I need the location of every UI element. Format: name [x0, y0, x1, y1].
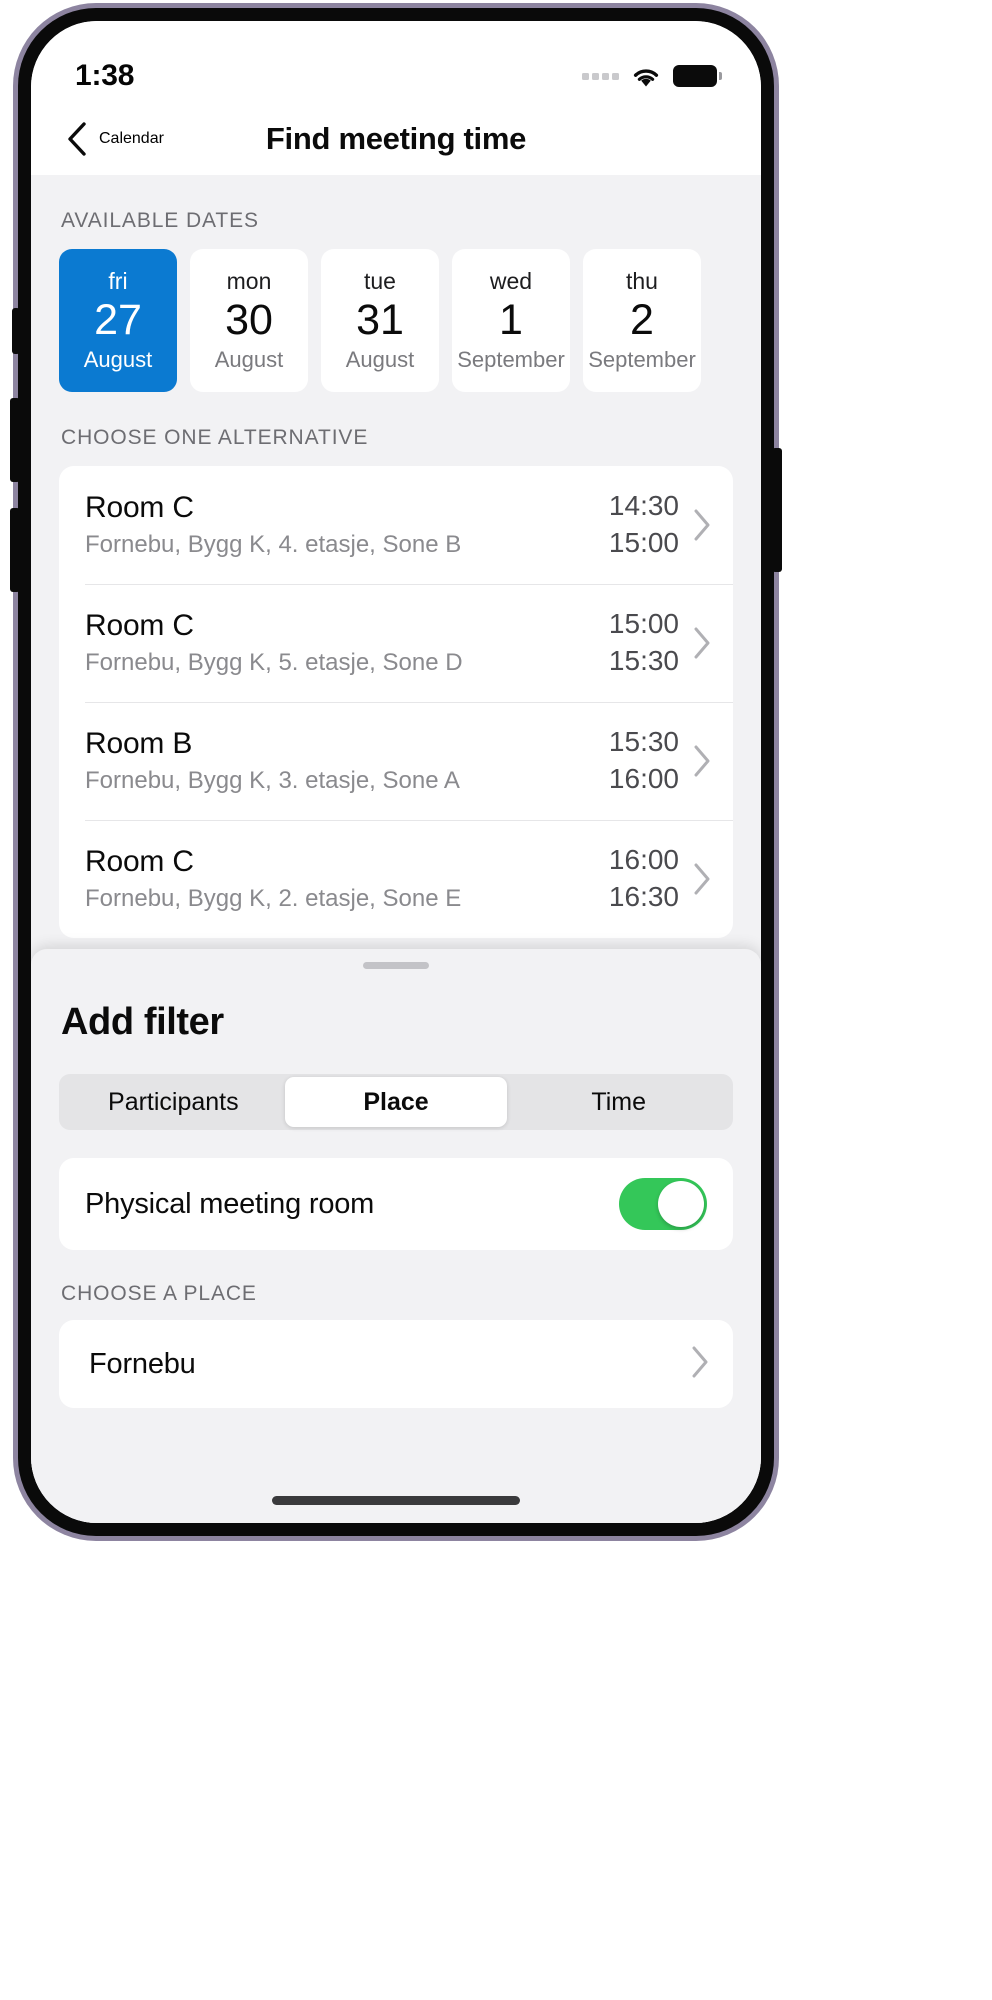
signal-dots-icon: [582, 72, 619, 80]
chevron-right-icon: [693, 627, 711, 659]
room-name: Room B: [85, 726, 193, 760]
date-card-3[interactable]: wed 1 September: [452, 249, 570, 392]
date-weekday: wed: [489, 268, 533, 295]
slot-start-time: 14:30: [608, 490, 679, 521]
main-content: AVAILABLE DATES fri 27 August mon 30 Aug…: [31, 175, 761, 1523]
date-card-1[interactable]: mon 30 August: [190, 249, 308, 392]
room-location: Fornebu, Bygg K, 4. etasje, Sone B: [85, 530, 462, 558]
date-day: 30: [225, 296, 273, 345]
chevron-left-icon: [67, 122, 87, 156]
available-dates-scroller[interactable]: fri 27 August mon 30 August tue 31 Augus…: [31, 249, 761, 392]
physical-meeting-room-toggle[interactable]: [619, 1178, 707, 1230]
date-weekday: mon: [226, 268, 272, 295]
chevron-right-icon: [693, 863, 711, 895]
sheet-title: Add filter: [61, 1001, 224, 1043]
room-name: Room C: [85, 490, 194, 524]
date-weekday: fri: [108, 268, 128, 295]
slot-end-time: 16:00: [608, 762, 679, 794]
back-label: Calendar: [99, 130, 164, 147]
date-month: August: [83, 346, 153, 372]
table-row[interactable]: Room C Fornebu, Bygg K, 2. etasje, Sone …: [59, 819, 733, 938]
date-card-0[interactable]: fri 27 August: [59, 249, 177, 392]
choose-place-label: CHOOSE A PLACE: [61, 1282, 257, 1305]
silent-switch[interactable]: [12, 308, 20, 354]
tab-time[interactable]: Time: [507, 1077, 730, 1127]
date-month: August: [214, 346, 284, 372]
chevron-right-icon: [691, 1346, 709, 1383]
slot-end-time: 15:00: [608, 526, 679, 558]
slot-start-time: 16:00: [608, 843, 679, 875]
room-location: Fornebu, Bygg K, 2. etasje, Sone E: [85, 884, 462, 912]
chevron-right-icon: [693, 745, 711, 777]
volume-down-button[interactable]: [10, 508, 20, 592]
nav-bar: Calendar Find meeting time: [31, 103, 761, 175]
room-name: Room C: [85, 844, 194, 878]
table-row[interactable]: Room C Fornebu, Bygg K, 4. etasje, Sone …: [59, 466, 733, 584]
available-dates-label: AVAILABLE DATES: [61, 209, 259, 232]
filter-segmented-control: Participants Place Time: [59, 1074, 733, 1130]
date-card-4[interactable]: thu 2 September: [583, 249, 701, 392]
tab-place[interactable]: Place: [284, 1077, 508, 1127]
slot-start-time: 15:00: [608, 607, 679, 639]
volume-up-button[interactable]: [10, 398, 20, 482]
tab-participants[interactable]: Participants: [62, 1077, 285, 1127]
home-indicator[interactable]: [272, 1496, 520, 1505]
place-selector-row[interactable]: Fornebu: [59, 1320, 733, 1408]
slot-end-time: 15:30: [608, 644, 679, 676]
date-day: 2: [630, 296, 654, 345]
toggle-knob: [658, 1181, 704, 1227]
back-to-calendar-button[interactable]: Calendar: [67, 122, 164, 156]
add-filter-sheet: Add filter Participants Place Time Physi…: [31, 949, 761, 1523]
room-location: Fornebu, Bygg K, 3. etasje, Sone A: [85, 766, 460, 794]
power-button[interactable]: [772, 448, 782, 572]
date-weekday: tue: [364, 268, 396, 295]
table-row[interactable]: Room B Fornebu, Bygg K, 3. etasje, Sone …: [59, 701, 733, 820]
slot-end-time: 16:30: [608, 880, 679, 912]
wifi-icon: [630, 65, 662, 88]
chevron-right-icon: [693, 509, 711, 541]
selected-place-value: Fornebu: [89, 1347, 196, 1380]
date-month: September: [588, 346, 696, 372]
room-location: Fornebu, Bygg K, 5. etasje, Sone D: [85, 648, 463, 676]
slot-start-time: 15:30: [608, 725, 679, 757]
physical-meeting-room-row: Physical meeting room: [59, 1158, 733, 1250]
phone-screen: 1:38 Calendar Find meeting time AVAILABL…: [31, 21, 761, 1523]
battery-full-icon: [673, 65, 722, 87]
date-day: 31: [356, 296, 404, 345]
date-month: September: [457, 346, 565, 372]
date-card-2[interactable]: tue 31 August: [321, 249, 439, 392]
physical-meeting-room-label: Physical meeting room: [85, 1187, 375, 1220]
date-day: 1: [499, 296, 523, 345]
status-icons: [582, 65, 722, 88]
date-weekday: thu: [626, 268, 658, 295]
table-row[interactable]: Room C Fornebu, Bygg K, 5. etasje, Sone …: [59, 583, 733, 702]
status-time: 1:38: [75, 59, 135, 92]
sheet-drag-handle[interactable]: [363, 962, 429, 969]
status-bar: 1:38: [31, 21, 761, 103]
date-day: 27: [94, 296, 142, 345]
room-name: Room C: [85, 608, 194, 642]
date-month: August: [345, 346, 415, 372]
alternatives-list: Room C Fornebu, Bygg K, 4. etasje, Sone …: [59, 466, 733, 938]
device-frame: 1:38 Calendar Find meeting time AVAILABL…: [10, 8, 782, 1536]
choose-alternative-label: CHOOSE ONE ALTERNATIVE: [61, 426, 369, 449]
